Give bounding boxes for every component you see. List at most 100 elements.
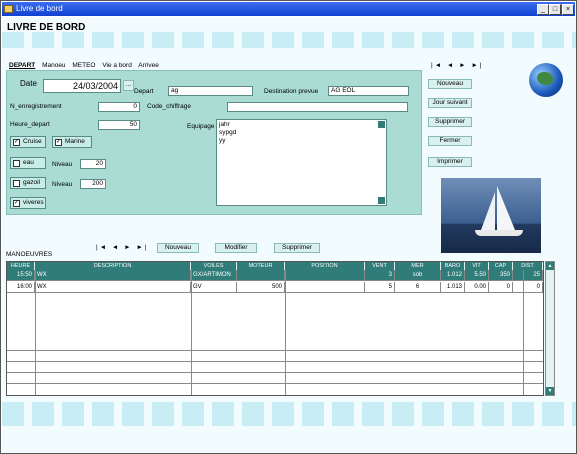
column-header[interactable]: MOTEUR xyxy=(237,262,285,270)
column-header[interactable]: CAP xyxy=(489,262,513,270)
depart-field[interactable]: ag xyxy=(168,86,253,96)
app-window: Livre de bord _ □ × LIVRE DE BORD DEPART… xyxy=(0,0,577,454)
unchecked-box-icon xyxy=(13,180,20,187)
column-header[interactable]: DESCRIPTION xyxy=(35,262,191,270)
cell-voiles: GV xyxy=(191,282,237,293)
close-button[interactable]: × xyxy=(562,4,574,15)
minimize-button[interactable]: _ xyxy=(537,4,549,15)
table-row[interactable]: 15:50 WX GX/ARTIMON 3 sob 1.012 5.50 350… xyxy=(7,270,543,281)
depart-form-panel: Date 24/03/2004 ... Depart ag Destinatio… xyxy=(6,70,422,215)
tab-manoeu[interactable]: Manoeu xyxy=(42,62,66,69)
tab-vie-a-bord[interactable]: Vie a bord xyxy=(102,62,132,69)
column-divider xyxy=(191,270,192,395)
unchecked-box-icon xyxy=(13,160,20,167)
equipage-textarea[interactable]: jahr sypgd yy xyxy=(216,119,387,206)
cell-description: WX xyxy=(35,282,191,293)
niveau-gazoil-field[interactable]: 200 xyxy=(80,179,106,189)
wave-decoration-top xyxy=(2,32,576,48)
destination-field[interactable]: AG EOL xyxy=(328,86,409,96)
scroll-down-icon[interactable]: ▼ xyxy=(546,387,554,395)
cell-heure: 16:00 xyxy=(7,282,35,293)
cell-dist: 25 xyxy=(513,270,543,281)
depart-label: Depart xyxy=(134,88,154,95)
marine-checkbox[interactable]: ✓ Marine xyxy=(52,136,92,148)
column-header[interactable]: MER xyxy=(395,262,441,270)
grid-scrollbar[interactable]: ▲ ▼ xyxy=(545,261,555,396)
num-enregistrement-label: N_enregistrement xyxy=(10,103,62,110)
column-header[interactable]: BARO xyxy=(441,262,465,270)
checkmark-icon: ✓ xyxy=(13,139,20,146)
cell-mer: 6 xyxy=(395,282,441,293)
table-row-empty[interactable] xyxy=(7,340,543,351)
column-header[interactable]: VENT xyxy=(365,262,395,270)
checkbox-label: viveres xyxy=(23,199,44,206)
table-row-empty[interactable] xyxy=(7,351,543,362)
eau-checkbox[interactable]: eau xyxy=(10,157,46,169)
supprimer-button[interactable]: Supprimer xyxy=(428,117,472,127)
destination-label: Destination prevue xyxy=(264,88,319,95)
date-field[interactable]: 24/03/2004 xyxy=(43,79,121,93)
checkmark-icon: ✓ xyxy=(55,139,62,146)
jour-suivant-button[interactable]: Jour suivant xyxy=(428,98,472,108)
grid-modifier-button[interactable]: Modifier xyxy=(215,243,257,253)
cell-cap: 350 xyxy=(489,270,513,281)
cell-position xyxy=(285,282,365,293)
cruise-checkbox[interactable]: ✓ Cruise xyxy=(10,136,46,148)
cell-moteur xyxy=(237,270,285,281)
checkbox-label: gazoil xyxy=(23,179,40,186)
sailboat-photo xyxy=(441,178,541,253)
gazoil-checkbox[interactable]: gazoil xyxy=(10,177,46,189)
column-header[interactable]: VIT xyxy=(465,262,489,270)
wave-decoration-bottom xyxy=(2,402,576,426)
scroll-down-arrow[interactable] xyxy=(378,197,385,204)
column-divider xyxy=(285,270,286,395)
scroll-up-icon[interactable]: ▲ xyxy=(546,262,554,270)
cell-baro: 1.012 xyxy=(441,270,465,281)
tab-arrivee[interactable]: Arrivee xyxy=(138,62,159,69)
nouveau-button[interactable]: Nouveau xyxy=(428,79,472,89)
heure-depart-field[interactable]: 50 xyxy=(98,120,140,130)
record-navigation[interactable]: |◄ ◄ ► ►| xyxy=(431,62,484,69)
checkbox-label: Marine xyxy=(65,138,85,145)
checkbox-label: eau xyxy=(23,159,34,166)
cell-vent: 5 xyxy=(365,282,395,293)
grid-navigation[interactable]: |◄ ◄ ► ►| xyxy=(96,244,149,251)
table-row[interactable]: 16:00 WX GV 500 5 6 1.013 0.00 0 0 xyxy=(7,282,543,293)
column-header[interactable]: DIST xyxy=(513,262,543,270)
grid-nouveau-button[interactable]: Nouveau xyxy=(157,243,199,253)
cell-vit: 0.00 xyxy=(465,282,489,293)
calendar-button[interactable]: ... xyxy=(123,80,134,91)
viveres-checkbox[interactable]: ✓ viveres xyxy=(10,197,46,209)
manoeuvres-grid: HEURE DESCRIPTION VOILES MOTEUR POSITION… xyxy=(6,261,544,396)
num-enregistrement-field[interactable]: 0 xyxy=(98,102,140,112)
scroll-up-arrow[interactable] xyxy=(378,121,385,128)
code-chiffrage-field[interactable] xyxy=(227,102,408,112)
column-divider xyxy=(523,270,524,395)
cell-baro: 1.013 xyxy=(441,282,465,293)
tab-meteo[interactable]: METEO xyxy=(72,62,95,69)
maximize-button[interactable]: □ xyxy=(549,4,561,15)
equipage-line: sypgd xyxy=(219,129,237,136)
equipage-line: jahr xyxy=(219,121,230,128)
niveau-eau-label: Niveau xyxy=(52,161,73,168)
grid-header-row: HEURE DESCRIPTION VOILES MOTEUR POSITION… xyxy=(7,262,543,270)
niveau-eau-field[interactable]: 20 xyxy=(80,159,106,169)
fermer-button[interactable]: Fermer xyxy=(428,136,472,146)
table-row-empty[interactable] xyxy=(7,373,543,384)
cell-heure: 15:50 xyxy=(7,270,35,281)
checkmark-icon: ✓ xyxy=(13,200,20,207)
table-row-empty[interactable] xyxy=(7,362,543,373)
imprimer-button[interactable]: Imprimer xyxy=(428,157,472,167)
cell-vent: 3 xyxy=(365,270,395,281)
column-header[interactable]: VOILES xyxy=(191,262,237,270)
globe-icon xyxy=(529,63,563,97)
cell-dist: 0 xyxy=(513,282,543,293)
cell-mer: sob xyxy=(395,270,441,281)
cell-voiles: GX/ARTIMON xyxy=(191,270,237,281)
niveau-gazoil-label: Niveau xyxy=(52,181,73,188)
title-bar[interactable]: Livre de bord _ □ × xyxy=(2,2,575,16)
column-header[interactable]: POSITION xyxy=(285,262,365,270)
column-header[interactable]: HEURE xyxy=(7,262,35,270)
grid-supprimer-button[interactable]: Supprimer xyxy=(274,243,320,253)
tab-depart[interactable]: DEPART xyxy=(9,62,35,69)
